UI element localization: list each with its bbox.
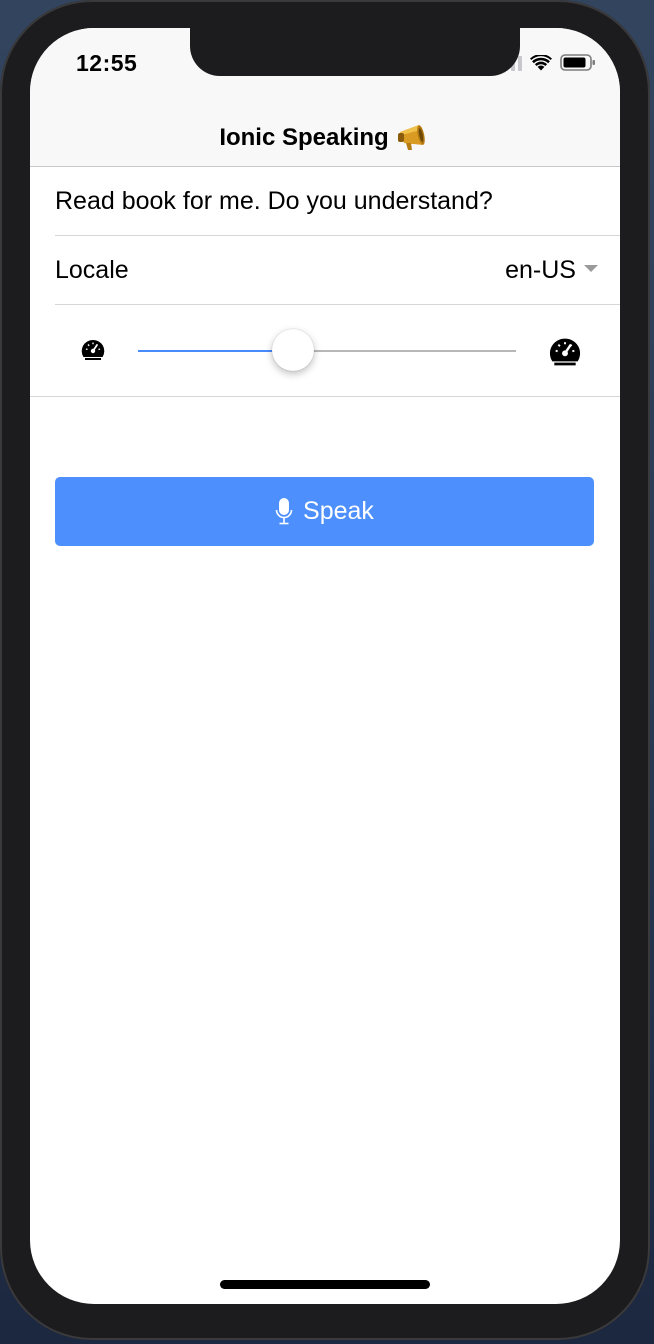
- microphone-icon: [275, 497, 293, 524]
- speedometer-fast-icon: [549, 338, 581, 366]
- phone-frame: 12:55 Ionic Speaking Read book for me. D…: [0, 0, 650, 1340]
- page-title: Ionic Speaking: [219, 123, 430, 153]
- locale-label: Locale: [55, 255, 129, 284]
- locale-item[interactable]: Locale en-US: [55, 236, 620, 305]
- text-input-item: [55, 167, 620, 236]
- locale-select[interactable]: en-US: [505, 256, 598, 285]
- caret-down-icon: [584, 264, 598, 272]
- home-indicator[interactable]: [220, 1280, 430, 1289]
- content-list: Locale en-US: [30, 167, 620, 397]
- rate-slider-fill: [138, 350, 293, 352]
- speech-text-input[interactable]: [55, 186, 595, 216]
- battery-icon: [560, 54, 595, 71]
- rate-slider-knob[interactable]: [271, 329, 314, 371]
- speak-button[interactable]: Speak: [55, 477, 594, 546]
- phone-notch: [190, 28, 520, 76]
- rate-range-item: [30, 305, 620, 397]
- status-time: 12:55: [76, 50, 138, 76]
- rate-slider-track[interactable]: [138, 329, 516, 371]
- megaphone-icon: [397, 125, 425, 150]
- speedometer-slow-icon: [81, 339, 105, 360]
- wifi-icon: [530, 54, 552, 70]
- page-title-text: Ionic Speaking: [219, 124, 389, 151]
- app-header: Ionic Speaking: [30, 110, 620, 167]
- locale-select-value: en-US: [505, 255, 576, 284]
- speak-button-label: Speak: [303, 497, 374, 525]
- phone-screen: 12:55 Ionic Speaking Read book for me. D…: [30, 28, 620, 1304]
